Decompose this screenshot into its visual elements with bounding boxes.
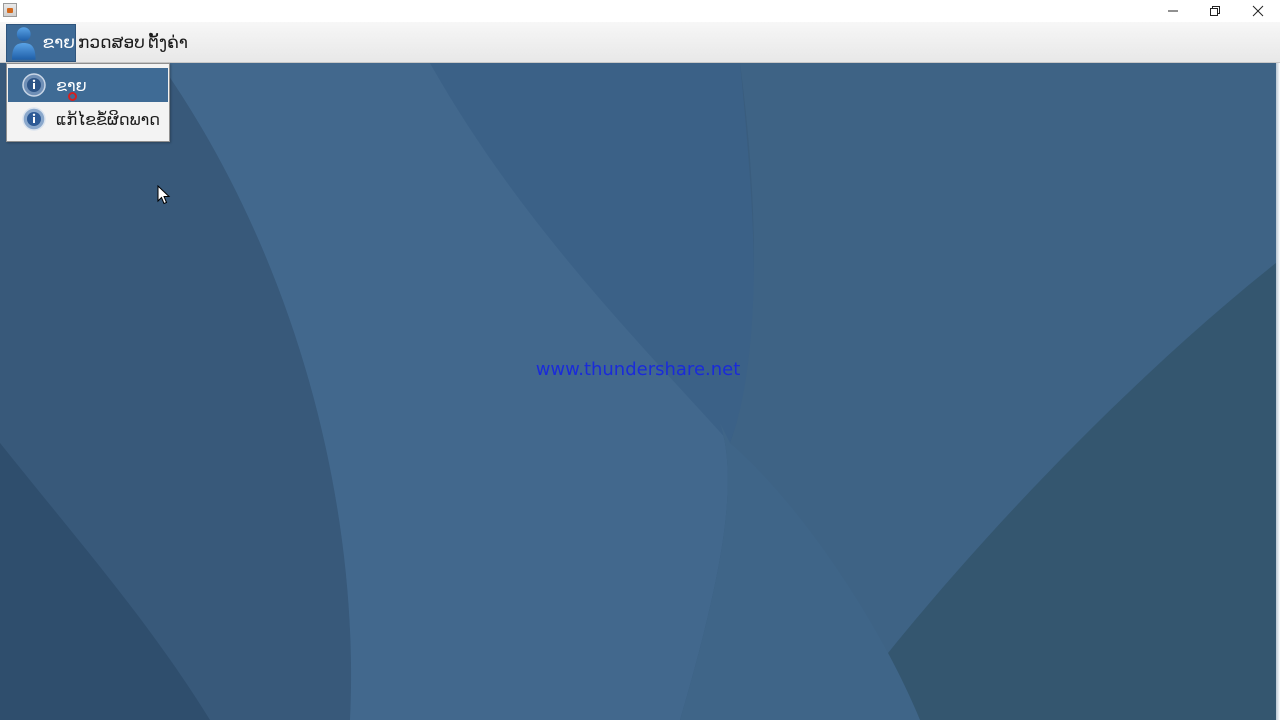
menu-settings-label: ຕັ້ງຄ່າ [148,33,188,53]
restore-button[interactable] [1193,0,1237,22]
restore-icon [1210,6,1220,16]
mouse-cursor-icon [157,185,171,205]
info-icon [22,73,46,97]
dropdown-item-fix-errors-label: ແກ້ໄຂຂໍ້ຜິດພາດ [56,109,160,129]
click-indicator [68,92,77,101]
watermark-text: www.thundershare.net [535,359,741,380]
menu-sales-label: ຂາຍ [42,33,75,53]
menu-settings[interactable]: ຕັ້ງຄ່າ [148,24,188,62]
minimize-icon [1168,10,1178,12]
info-icon [22,107,46,131]
window-right-edge [1276,63,1280,720]
close-icon [1252,5,1264,17]
menu-sales[interactable]: ຂາຍ [6,24,76,62]
app-window: ຂາຍ ກວດສອບ ຕັ້ງຄ່າ www.thundershare.net [0,0,1280,720]
background-swoosh-art [0,63,1276,720]
dropdown-item-sales[interactable]: ຂາຍ [8,68,168,102]
minimize-button[interactable] [1151,0,1195,22]
close-button[interactable] [1236,0,1280,22]
menu-inspect[interactable]: ກວດສອບ [78,24,145,62]
menu-inspect-label: ກວດສອບ [78,33,145,53]
desktop-area: www.thundershare.net [0,63,1276,720]
java-app-icon[interactable] [3,3,17,17]
dropdown-item-fix-errors[interactable]: ແກ້ໄຂຂໍ້ຜິດພາດ [8,102,168,136]
sales-dropdown-menu: ຂາຍ ແກ້ໄຂຂໍ້ຜິດພາດ [6,63,170,142]
title-bar [0,0,1280,22]
user-icon [11,27,36,60]
menu-bar: ຂາຍ ກວດສອບ ຕັ້ງຄ່າ [0,22,1280,63]
